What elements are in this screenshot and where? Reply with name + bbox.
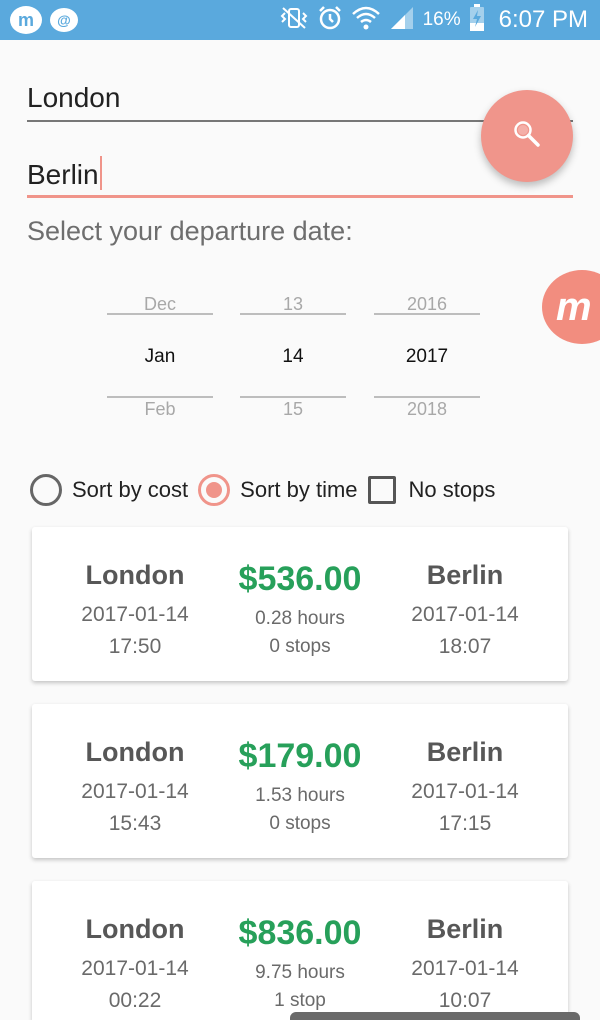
sort-options: Sort by cost Sort by time No stops: [30, 473, 495, 507]
alarm-icon: [317, 5, 343, 35]
flight-price: $536.00: [238, 560, 362, 598]
sort-by-cost-radio[interactable]: [30, 474, 62, 506]
battery-percent: 16%: [422, 9, 461, 30]
arrival-time: 17:15: [438, 812, 492, 835]
picker-divider: [240, 313, 346, 315]
arrival-date: 2017-01-14: [411, 957, 519, 980]
flight-duration: 9.75 hours: [255, 962, 345, 983]
search-button[interactable]: [481, 90, 573, 182]
sort-by-cost-option[interactable]: Sort by cost: [30, 474, 188, 506]
arrival-date: 2017-01-14: [411, 603, 519, 626]
year-prev[interactable]: 2016: [374, 294, 480, 315]
year-next[interactable]: 2018: [374, 399, 480, 420]
no-stops-label: No stops: [408, 477, 496, 502]
picker-divider: [107, 313, 213, 315]
flight-card[interactable]: London 2017-01-14 15:43 $179.00 1.53 hou…: [32, 704, 568, 858]
flight-duration: 1.53 hours: [255, 785, 345, 806]
flight-stops: 1 stop: [274, 990, 326, 1011]
departure-date-label: Select your departure date:: [27, 216, 353, 246]
picker-divider: [374, 396, 480, 398]
departure-time: 17:50: [108, 635, 162, 658]
mu-app-icon: m: [10, 6, 42, 34]
month-prev[interactable]: Dec: [107, 294, 213, 315]
text-cursor: [99, 156, 102, 190]
flight-price: $836.00: [238, 914, 362, 952]
clock-time: 6:07 PM: [498, 6, 588, 33]
sort-by-time-label: Sort by time: [240, 477, 358, 502]
vibrate-icon: [279, 6, 309, 34]
day-prev[interactable]: 13: [240, 294, 346, 315]
picker-divider: [240, 396, 346, 398]
mu-floating-bubble-icon[interactable]: m: [542, 270, 600, 344]
departure-date: 2017-01-14: [81, 603, 189, 626]
day-picker[interactable]: 13 14 15: [240, 290, 346, 424]
battery-charging-icon: [469, 4, 485, 36]
destination-city: Berlin: [426, 914, 504, 944]
year-selected: 2017: [405, 346, 449, 367]
arrival-date: 2017-01-14: [411, 780, 519, 803]
destination-city: Berlin: [426, 737, 504, 767]
sort-by-time-option[interactable]: Sort by time: [198, 474, 358, 506]
flight-duration: 0.28 hours: [255, 608, 345, 629]
sort-by-time-radio[interactable]: [198, 474, 231, 506]
departure-time: 15:43: [108, 812, 162, 835]
no-stops-option[interactable]: No stops: [367, 476, 496, 504]
signal-icon: [389, 5, 415, 35]
month-picker[interactable]: Dec Jan Feb: [107, 290, 213, 424]
picker-divider: [374, 313, 480, 315]
arrival-time: 18:07: [438, 635, 492, 658]
flight-stops: 0 stops: [269, 813, 331, 834]
destination-value: Berlin: [27, 159, 99, 190]
month-next[interactable]: Feb: [107, 399, 213, 420]
month-selected: Jan: [144, 346, 176, 367]
destination-city: Berlin: [426, 560, 504, 590]
origin-city: London: [85, 560, 185, 590]
day-next[interactable]: 15: [240, 399, 346, 420]
no-stops-checkbox[interactable]: [367, 476, 396, 504]
origin-city: London: [85, 914, 185, 944]
search-icon: [512, 119, 542, 154]
origin-city: London: [85, 737, 185, 767]
messenger-icon: @: [50, 8, 78, 32]
departure-date: 2017-01-14: [81, 957, 189, 980]
departure-time: 00:22: [108, 989, 162, 1012]
flight-card[interactable]: London 2017-01-14 17:50 $536.00 0.28 hou…: [32, 527, 568, 681]
flight-price: $179.00: [238, 737, 362, 775]
picker-divider: [107, 396, 213, 398]
flight-card[interactable]: London 2017-01-14 00:22 $836.00 9.75 hou…: [32, 881, 568, 1020]
flight-stops: 0 stops: [269, 636, 331, 657]
scroll-indicator[interactable]: [290, 1012, 580, 1020]
sort-by-cost-label: Sort by cost: [72, 477, 189, 502]
wifi-icon: [351, 5, 381, 35]
year-picker[interactable]: 2016 2017 2018: [374, 290, 480, 424]
day-selected: 14: [282, 346, 304, 367]
departure-date: 2017-01-14: [81, 780, 189, 803]
status-bar: m @ 16% 6:07 PM: [0, 0, 600, 40]
origin-value: London: [27, 82, 121, 113]
